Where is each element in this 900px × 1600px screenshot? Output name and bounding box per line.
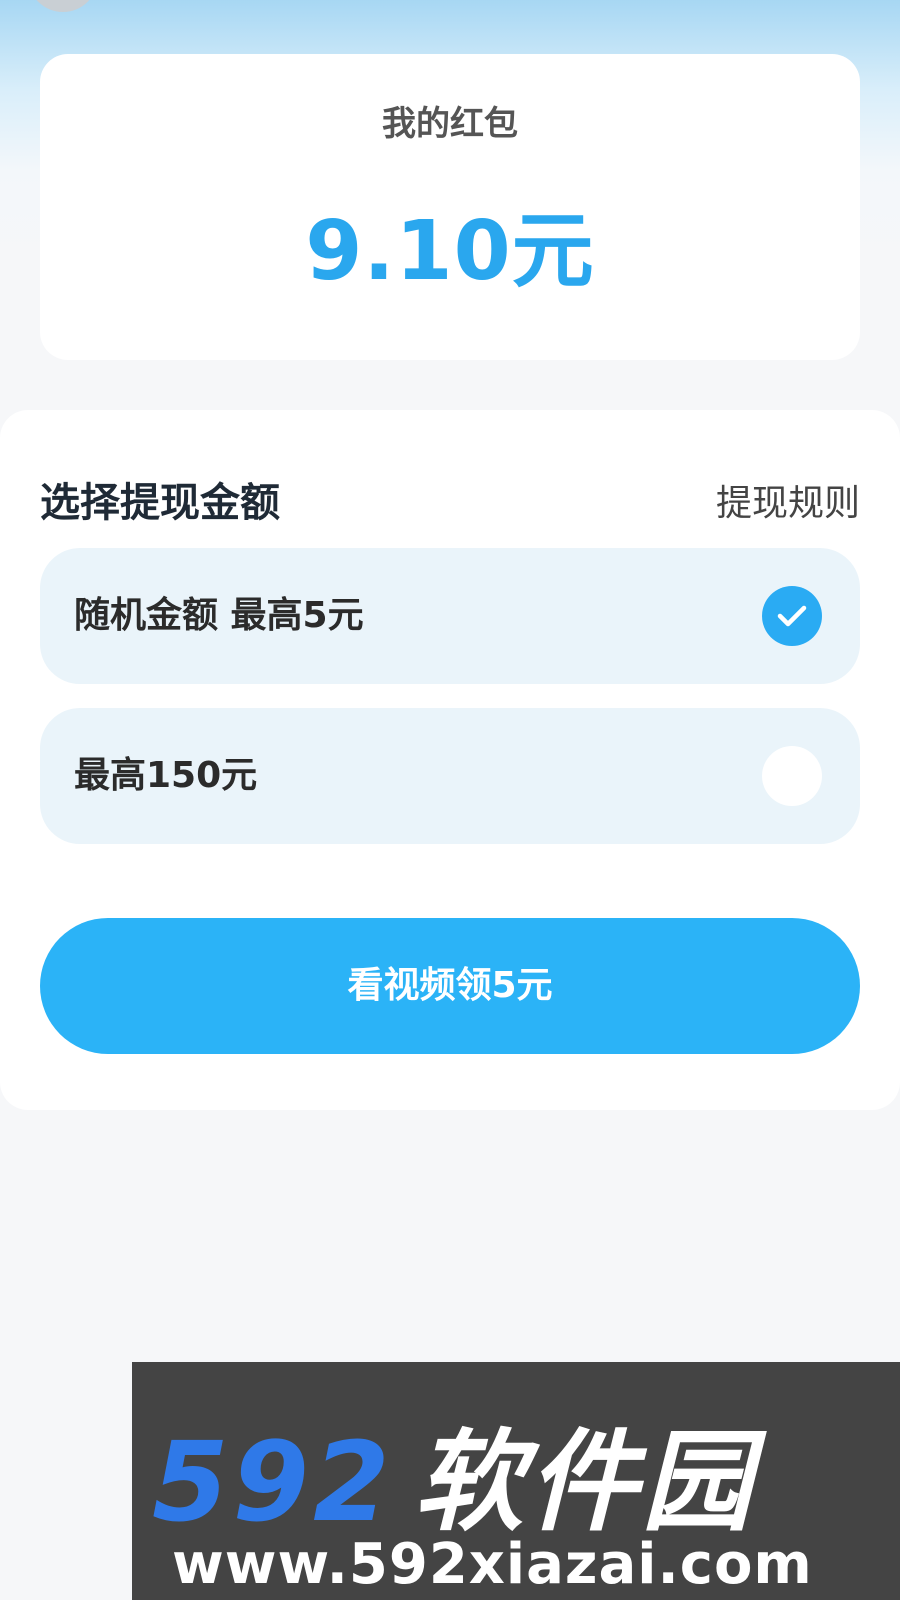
withdraw-option-150[interactable]: 最高150元 xyxy=(40,708,860,844)
radio-unchecked[interactable] xyxy=(762,746,822,806)
avatar xyxy=(28,0,98,12)
watermark-logo-text: 软件园 xyxy=(413,1418,756,1546)
option-label: 最高150元 xyxy=(74,755,258,796)
option-label: 随机金额 最高5元 xyxy=(74,595,364,636)
section-title: 选择提现金额 xyxy=(40,480,280,526)
balance-amount: 9.10元 xyxy=(305,204,595,299)
balance-label: 我的红包 xyxy=(382,104,518,144)
watermark: 592 软件园 www.592xiazai.com xyxy=(132,1362,900,1600)
radio-checked[interactable] xyxy=(762,586,822,646)
watermark-logo-number: 592 xyxy=(152,1418,394,1546)
watermark-url: www.592xiazai.com xyxy=(172,1532,813,1597)
check-icon xyxy=(777,605,807,627)
watch-video-button[interactable]: 看视频领5元 xyxy=(40,918,860,1054)
watermark-logo: 592 软件园 xyxy=(152,1392,756,1552)
withdraw-option-random[interactable]: 随机金额 最高5元 xyxy=(40,548,860,684)
withdraw-rules-link[interactable]: 提现规则 xyxy=(716,474,860,526)
